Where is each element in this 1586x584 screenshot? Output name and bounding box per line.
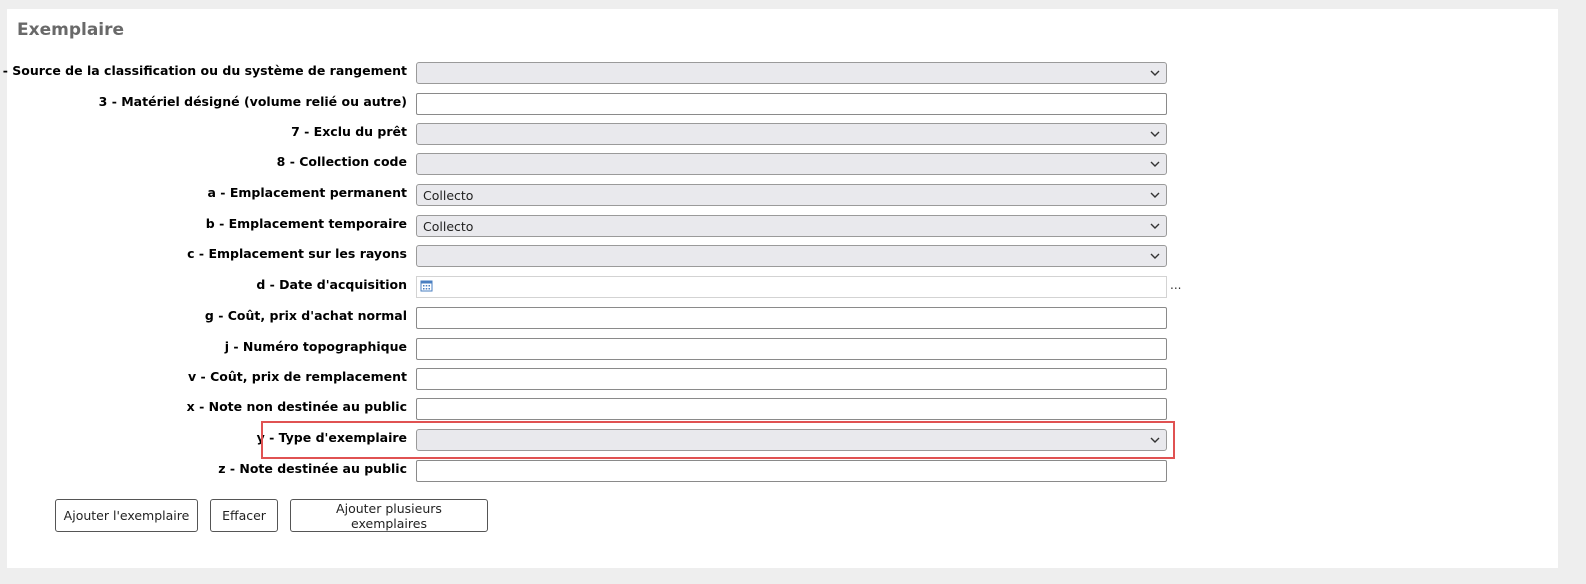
field-row-collection-code: 8 - Collection code	[7, 153, 1558, 179]
date-acquisition-input[interactable]	[416, 276, 1167, 298]
field-label: x - Note non destinée au public	[186, 399, 407, 414]
field-row-numero-topographique: j - Numéro topographique	[7, 338, 1558, 364]
emplacement-rayons-select[interactable]	[416, 245, 1167, 267]
field-label: g - Coût, prix d'achat normal	[204, 308, 407, 323]
field-label: 7 - Exclu du prêt	[291, 124, 407, 139]
field-row-materiel-designe: 3 - Matériel désigné (volume relié ou au…	[7, 93, 1558, 119]
section-title: Exemplaire	[17, 20, 125, 40]
collection-code-select[interactable]	[416, 153, 1167, 175]
select-value: Collecto	[423, 187, 474, 203]
field-label: z - Note destinée au public	[218, 461, 407, 476]
field-label: 3 - Matériel désigné (volume relié ou au…	[98, 94, 407, 109]
numero-topographique-input[interactable]	[416, 338, 1167, 360]
field-row-exclu-pret: 7 - Exclu du prêt	[7, 123, 1558, 149]
chevron-down-icon	[1150, 221, 1160, 231]
field-row-emplacement-rayons: c - Emplacement sur les rayons	[7, 245, 1558, 271]
field-row-note-non-publique: x - Note non destinée au public	[7, 398, 1558, 424]
field-label: d - Date d'acquisition	[256, 277, 407, 292]
field-row-cout-achat: g - Coût, prix d'achat normal	[7, 307, 1558, 333]
note-publique-input[interactable]	[416, 460, 1167, 482]
clear-button[interactable]: Effacer	[210, 499, 278, 532]
emplacement-temporaire-select[interactable]: Collecto	[416, 215, 1167, 237]
chevron-down-icon	[1150, 190, 1160, 200]
field-label: 8 - Collection code	[276, 154, 407, 169]
materiel-designe-input[interactable]	[416, 93, 1167, 115]
date-more-link[interactable]: ...	[1170, 278, 1181, 292]
select-value: Collecto	[423, 218, 474, 234]
chevron-down-icon	[1150, 159, 1160, 169]
chevron-down-icon	[1150, 129, 1160, 139]
field-label: a - Emplacement permanent	[207, 185, 407, 200]
type-exemplaire-select[interactable]	[416, 429, 1167, 451]
field-row-cout-remplacement: v - Coût, prix de remplacement	[7, 368, 1558, 394]
field-label: j - Numéro topographique	[224, 339, 407, 354]
source-classification-select[interactable]	[416, 62, 1167, 84]
exclu-pret-select[interactable]	[416, 123, 1167, 145]
note-non-publique-input[interactable]	[416, 398, 1167, 420]
chevron-down-icon	[1150, 68, 1160, 78]
field-row-emplacement-permanent: a - Emplacement permanent Collecto	[7, 184, 1558, 210]
field-label: b - Emplacement temporaire	[205, 216, 407, 231]
add-item-button[interactable]: Ajouter l'exemplaire	[55, 499, 198, 532]
cout-achat-input[interactable]	[416, 307, 1167, 329]
field-row-type-exemplaire: y - Type d'exemplaire	[7, 429, 1558, 455]
field-row-emplacement-temporaire: b - Emplacement temporaire Collecto	[7, 215, 1558, 241]
cout-remplacement-input[interactable]	[416, 368, 1167, 390]
add-multiple-items-button[interactable]: Ajouter plusieurs exemplaires	[290, 499, 488, 532]
chevron-down-icon	[1150, 251, 1160, 261]
emplacement-permanent-select[interactable]: Collecto	[416, 184, 1167, 206]
field-row-date-acquisition: d - Date d'acquisition ...	[7, 276, 1558, 302]
calendar-icon[interactable]	[420, 279, 433, 295]
field-label: 2 - Source de la classification ou du sy…	[0, 63, 407, 78]
field-label: v - Coût, prix de remplacement	[188, 369, 407, 384]
item-form-panel: Exemplaire 2 - Source de la classificati…	[0, 9, 1558, 568]
field-label: c - Emplacement sur les rayons	[187, 246, 407, 261]
field-row-note-publique: z - Note destinée au public	[7, 460, 1558, 486]
field-label: y - Type d'exemplaire	[256, 430, 407, 445]
field-row-source-classification: 2 - Source de la classification ou du sy…	[0, 62, 1558, 88]
chevron-down-icon	[1150, 435, 1160, 445]
